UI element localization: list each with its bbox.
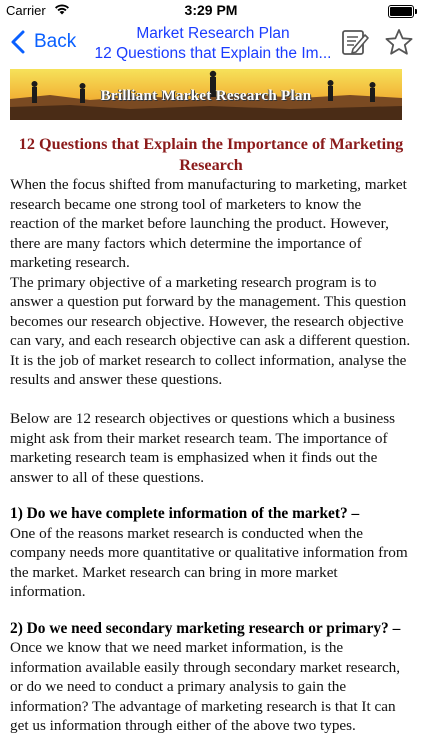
question-heading: 2) Do we need secondary marketing resear… xyxy=(10,619,401,637)
article-content: 12 Questions that Explain the Importance… xyxy=(10,134,412,736)
nav-title-line1: Market Research Plan xyxy=(136,25,290,42)
question-body: One of the reasons market research is co… xyxy=(10,524,408,601)
article-paragraph: Below are 12 research objectives or ques… xyxy=(10,410,396,486)
article-heading: 12 Questions that Explain the Importance… xyxy=(18,135,404,174)
status-bar: Carrier 3:29 PM xyxy=(0,0,422,22)
star-icon[interactable] xyxy=(384,28,414,56)
nav-title-line2: 12 Questions that Explain the Im... xyxy=(94,45,332,62)
article-paragraph: The primary objective of a marketing res… xyxy=(10,273,411,389)
header-banner: Brilliant Market Research Plan xyxy=(10,69,402,120)
nav-title: Market Research Plan 12 Questions that E… xyxy=(88,24,338,64)
status-time: 3:29 PM xyxy=(184,2,238,18)
back-label: Back xyxy=(34,31,77,52)
banner-title: Brilliant Market Research Plan xyxy=(100,88,312,104)
navigation-bar: Back Market Research Plan 12 Questions t… xyxy=(0,22,422,66)
question-body: Once we know that we need market informa… xyxy=(10,639,401,734)
edit-note-icon[interactable] xyxy=(340,27,370,57)
chevron-left-icon xyxy=(11,30,25,54)
article-paragraph: When the focus shifted from manufacturin… xyxy=(10,176,407,271)
battery-icon xyxy=(388,5,417,18)
back-button[interactable]: Back xyxy=(8,29,76,55)
question-heading: 1) Do we have complete information of th… xyxy=(10,505,360,522)
